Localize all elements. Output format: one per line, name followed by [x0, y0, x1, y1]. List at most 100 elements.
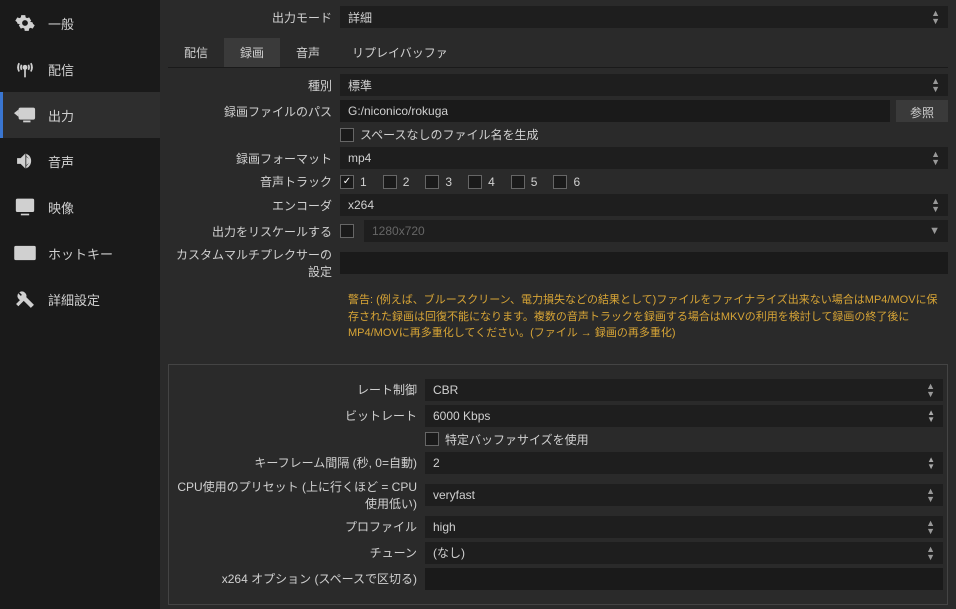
rescale-select[interactable]: 1280x720 ▼: [364, 220, 948, 242]
track-1-checkbox[interactable]: ✓1: [340, 175, 367, 189]
output-mode-label: 出力モード: [168, 9, 340, 26]
select-arrows-icon: ▲▼: [931, 9, 940, 25]
spinner-icon: ▲▼: [927, 456, 935, 470]
path-input[interactable]: G:/niconico/rokuga: [340, 100, 890, 122]
preset-label: CPU使用のプリセット (上に行くほど = CPU使用低い): [173, 478, 425, 512]
keyframe-input[interactable]: 2 ▲▼: [425, 452, 943, 474]
sidebar-item-stream[interactable]: 配信: [0, 46, 160, 92]
output-mode-value: 詳細: [348, 9, 372, 26]
format-label: 録画フォーマット: [168, 150, 340, 167]
track-2-checkbox[interactable]: 2: [383, 175, 410, 189]
select-arrows-icon: ▲▼: [926, 519, 935, 535]
checkbox-box: [340, 224, 354, 238]
x264opts-input[interactable]: [425, 568, 943, 590]
checkbox-box: [468, 175, 482, 189]
chevron-down-icon: ▼: [929, 225, 940, 237]
mux-input[interactable]: [340, 252, 948, 274]
preset-value: veryfast: [433, 488, 475, 502]
sidebar: 一般 配信 出力 音声 映像 ホットキー 詳細設定: [0, 0, 160, 609]
select-arrows-icon: ▲▼: [931, 77, 940, 93]
type-select[interactable]: 標準 ▲▼: [340, 74, 948, 96]
encoder-settings-frame: レート制御 CBR ▲▼ ビットレート 6000 Kbps ▲▼: [168, 364, 948, 605]
monitor-icon: [14, 196, 36, 218]
keyframe-label: キーフレーム間隔 (秒, 0=自動): [173, 454, 425, 471]
select-arrows-icon: ▲▼: [931, 150, 940, 166]
broadcast-icon: [14, 58, 36, 80]
preset-select[interactable]: veryfast ▲▼: [425, 484, 943, 506]
encoder-select[interactable]: x264 ▲▼: [340, 194, 948, 216]
checkbox-box: [425, 432, 439, 446]
select-arrows-icon: ▲▼: [926, 382, 935, 398]
tab-audio[interactable]: 音声: [280, 38, 336, 67]
checkbox-box: [511, 175, 525, 189]
x264opts-label: x264 オプション (スペースで区切る): [173, 570, 425, 587]
checkbox-box: [340, 128, 354, 142]
sidebar-item-video[interactable]: 映像: [0, 184, 160, 230]
warning-text: 警告: (例えば、ブルースクリーン、電力損失などの結果として)ファイルをファイナ…: [168, 284, 948, 350]
output-mode-select[interactable]: 詳細 ▲▼: [340, 6, 948, 28]
profile-label: プロファイル: [173, 518, 425, 535]
select-arrows-icon: ▲▼: [926, 545, 935, 561]
tab-stream[interactable]: 配信: [168, 38, 224, 67]
bitrate-input[interactable]: 6000 Kbps ▲▼: [425, 405, 943, 427]
sidebar-item-label: 一般: [48, 14, 74, 33]
nospace-label: スペースなしのファイル名を生成: [360, 126, 539, 143]
bitrate-value: 6000 Kbps: [433, 409, 490, 423]
sidebar-item-label: 出力: [48, 106, 74, 125]
tab-replay[interactable]: リプレイバッファ: [336, 38, 464, 67]
checkbox-box: [425, 175, 439, 189]
checkbox-box: [383, 175, 397, 189]
rate-control-select[interactable]: CBR ▲▼: [425, 379, 943, 401]
sidebar-item-label: ホットキー: [48, 244, 113, 263]
select-arrows-icon: ▲▼: [926, 487, 935, 503]
encoder-value: x264: [348, 198, 374, 212]
rescale-label: 出力をリスケールする: [168, 223, 340, 240]
tune-value: (なし): [433, 544, 465, 561]
track-3-checkbox[interactable]: 3: [425, 175, 452, 189]
keyboard-icon: [14, 242, 36, 264]
rescale-value: 1280x720: [372, 224, 425, 238]
tune-select[interactable]: (なし) ▲▼: [425, 542, 943, 564]
custom-buf-label: 特定バッファサイズを使用: [445, 431, 589, 448]
sidebar-item-label: 音声: [48, 152, 74, 171]
sidebar-item-output[interactable]: 出力: [0, 92, 160, 138]
encoder-label: エンコーダ: [168, 197, 340, 214]
bitrate-label: ビットレート: [173, 407, 425, 424]
rate-control-value: CBR: [433, 383, 458, 397]
sidebar-item-label: 配信: [48, 60, 74, 79]
main-panel: 出力モード 詳細 ▲▼ 配信 録画 音声 リプレイバッファ 種別 標準 ▲▼ 録…: [160, 0, 956, 609]
speaker-icon: [14, 150, 36, 172]
mux-label: カスタムマルチプレクサーの設定: [168, 246, 340, 280]
checkbox-box: [553, 175, 567, 189]
track-5-checkbox[interactable]: 5: [511, 175, 538, 189]
sidebar-item-audio[interactable]: 音声: [0, 138, 160, 184]
spinner-icon: ▲▼: [927, 409, 935, 423]
select-arrows-icon: ▲▼: [931, 197, 940, 213]
rate-control-label: レート制御: [173, 381, 425, 398]
format-select[interactable]: mp4 ▲▼: [340, 147, 948, 169]
profile-value: high: [433, 520, 456, 534]
checkbox-box: ✓: [340, 175, 354, 189]
sidebar-item-general[interactable]: 一般: [0, 0, 160, 46]
custom-buf-checkbox[interactable]: 特定バッファサイズを使用: [425, 431, 589, 448]
track-4-checkbox[interactable]: 4: [468, 175, 495, 189]
sidebar-item-hotkeys[interactable]: ホットキー: [0, 230, 160, 276]
profile-select[interactable]: high ▲▼: [425, 516, 943, 538]
browse-button[interactable]: 参照: [896, 100, 948, 122]
type-label: 種別: [168, 77, 340, 94]
sidebar-item-advanced[interactable]: 詳細設定: [0, 276, 160, 322]
sidebar-item-label: 詳細設定: [48, 290, 100, 309]
gear-icon: [14, 12, 36, 34]
tab-recording[interactable]: 録画: [224, 38, 280, 67]
type-value: 標準: [348, 77, 372, 94]
track-6-checkbox[interactable]: 6: [553, 175, 580, 189]
output-tabs: 配信 録画 音声 リプレイバッファ: [168, 38, 948, 68]
sidebar-item-label: 映像: [48, 198, 74, 217]
tracks-label: 音声トラック: [168, 173, 340, 190]
nospace-checkbox[interactable]: スペースなしのファイル名を生成: [340, 126, 539, 143]
path-label: 録画ファイルのパス: [168, 103, 340, 120]
tools-icon: [14, 288, 36, 310]
keyframe-value: 2: [433, 456, 440, 470]
output-icon: [14, 104, 36, 126]
rescale-checkbox[interactable]: [340, 224, 354, 238]
